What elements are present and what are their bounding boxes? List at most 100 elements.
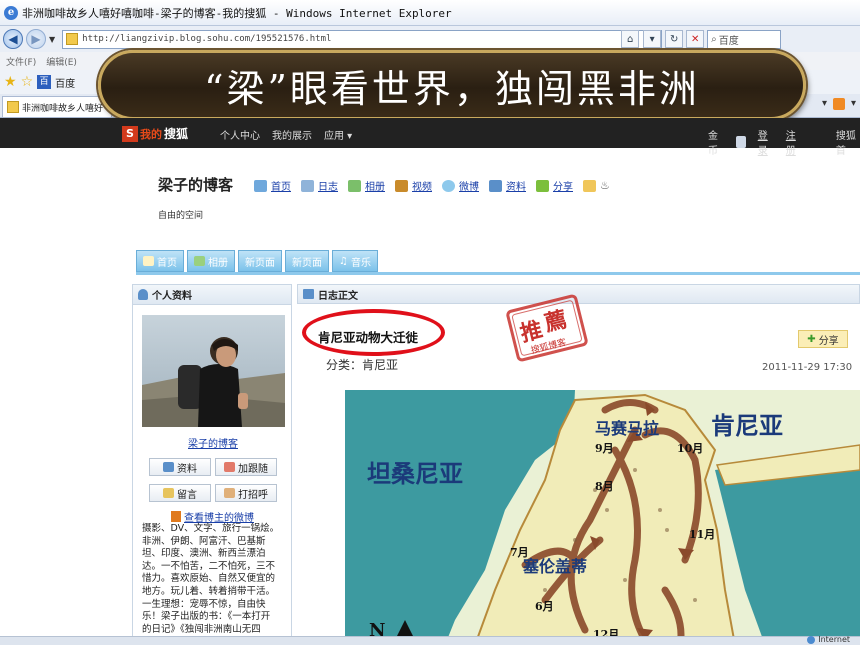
message-icon: [163, 488, 174, 498]
login-link[interactable]: 登录: [758, 127, 774, 157]
tab-new-page-2[interactable]: 新页面: [285, 250, 329, 272]
ie-logo-icon: e: [4, 5, 18, 20]
menu-file[interactable]: 文件(F): [6, 55, 36, 68]
bio-line: 惜力。喜欢原始、自然又便宜的: [142, 573, 276, 585]
rss-feed-icon[interactable]: [832, 98, 845, 110]
music-note-icon: ♫: [339, 255, 348, 267]
page-icon: [66, 33, 79, 45]
window-titlebar: e 非洲咖啡故乡人嘻好嘻咖啡-梁子的博客-我的搜狐 - Windows Inte…: [0, 0, 860, 26]
nav-apps[interactable]: 应用 ▾: [324, 127, 352, 142]
video-icon: [395, 179, 408, 192]
tab-music-label: 音乐: [350, 257, 371, 269]
tab-album-icon: [194, 256, 205, 266]
favorites-star-icon[interactable]: ★: [4, 74, 17, 90]
map-label-tanzania: 坦桑尼亚: [367, 459, 463, 488]
weibo-t-icon: [171, 511, 181, 522]
follow-button[interactable]: 加跟随: [215, 458, 277, 476]
profile-button-label: 资料: [177, 463, 197, 475]
migration-map-image: 马赛马拉 肯尼亚 坦桑尼亚 塞伦盖蒂 9月 10月 8月 11月 7月 6月 1…: [345, 390, 860, 645]
greet-button[interactable]: 打招呼: [215, 484, 277, 502]
blog-nav-profile[interactable]: 资料: [506, 178, 526, 193]
profile-button[interactable]: 资料: [149, 458, 211, 476]
profile-header-label: 个人资料: [152, 291, 192, 302]
slide-title: “梁”眼看世界，独闯黑非洲: [204, 66, 700, 111]
zone-label: Internet: [818, 635, 850, 644]
browser-tab-active[interactable]: 非洲咖啡故乡人嘻好: [2, 96, 112, 117]
blog-nav-share[interactable]: 分享: [553, 178, 573, 193]
blog-nav-video[interactable]: 视频: [412, 178, 432, 193]
sohu-logo-name: 搜狐: [164, 127, 189, 141]
tab-home-label: 首页: [157, 257, 177, 269]
message-button[interactable]: 留言: [149, 484, 211, 502]
tab-album-label: 相册: [208, 257, 228, 269]
globe-icon: [807, 635, 816, 644]
blog-nav-journal[interactable]: 日志: [318, 178, 338, 193]
nav-coins[interactable]: 金币: [708, 127, 724, 157]
refresh-icon[interactable]: ↻: [665, 30, 684, 48]
post-category[interactable]: 分类：肯尼亚: [326, 356, 398, 373]
skin-icon[interactable]: ♨: [600, 179, 610, 192]
tab-title: 非洲咖啡故乡人嘻好: [22, 103, 104, 114]
profile-icon: [489, 179, 502, 192]
rss-dropdown-icon[interactable]: ▾: [851, 98, 856, 110]
back-arrow-icon[interactable]: ◀: [3, 29, 23, 49]
blog-nav-album[interactable]: 相册: [365, 178, 385, 193]
blog-nav-home[interactable]: 首页: [271, 178, 291, 193]
compat-view-icon[interactable]: ⌂: [621, 30, 640, 48]
add-favorite-icon[interactable]: ☆: [21, 74, 34, 90]
map-month-8: 8月: [595, 480, 614, 493]
tab-underline: [136, 272, 860, 275]
address-input[interactable]: http://liangzivip.blog.sohu.com/19552157…: [62, 29, 663, 49]
sohu-home-link[interactable]: 搜狐首: [836, 127, 860, 157]
baidu-favicon-icon: 百: [37, 75, 52, 89]
stop-icon[interactable]: ✕: [686, 30, 705, 48]
sidebar-blog-link[interactable]: 梁子的博客: [133, 435, 293, 450]
bio-line: 地方。玩儿着、转着捎带干活。: [142, 585, 276, 597]
blog-nav-weibo[interactable]: 微博: [459, 178, 479, 193]
register-link[interactable]: 注册: [786, 127, 802, 157]
tab-home[interactable]: 首页: [136, 250, 184, 272]
blogger-photo[interactable]: [142, 315, 285, 427]
tab-new-page-2-label: 新页面: [292, 257, 322, 269]
search-input[interactable]: ⌕ 百度: [707, 29, 782, 49]
share-label: 分享: [818, 335, 839, 347]
greet-hand-icon: [224, 488, 235, 498]
favorite-baidu[interactable]: 百度: [55, 75, 75, 90]
address-dropdown-icon[interactable]: ▾: [643, 30, 662, 48]
post-datetime: 2011-11-29 17:30: [762, 362, 853, 373]
slide-title-banner: “梁”眼看世界，独闯黑非洲: [98, 50, 806, 120]
view-weibo-label: 查看博主的微博: [184, 513, 254, 524]
map-month-11: 11月: [689, 528, 715, 541]
map-label-masai-mara: 马赛马拉: [595, 419, 659, 438]
greet-button-label: 打招呼: [238, 489, 268, 501]
blog-tagline: 自由的空间: [158, 211, 204, 221]
view-weibo-link[interactable]: 查看博主的微博: [171, 509, 254, 524]
mail-icon[interactable]: [583, 179, 596, 192]
search-placeholder: 百度: [718, 35, 739, 47]
bio-line: 非洲、伊朗、阿富汗、巴基斯: [142, 535, 266, 547]
profile-sidebar: 个人资料 梁子的博客 资料 加跟随 留言 打招呼 查看博主的微博 摄影、DV、文…: [132, 284, 292, 645]
journal-icon: [301, 179, 314, 192]
blog-tab-strip: 首页 相册 新页面 新页面 ♫ 音乐: [136, 250, 378, 272]
share-button[interactable]: ✚ 分享: [798, 330, 848, 348]
blog-nav: 首页 日志 相册 视频 微博 资料 分享 ♨: [254, 178, 610, 193]
nav-personal-center[interactable]: 个人中心: [220, 127, 260, 142]
nav-my-showcase[interactable]: 我的展示: [272, 127, 312, 142]
forward-arrow-icon[interactable]: ▶: [26, 29, 46, 49]
menu-edit[interactable]: 编辑(E): [46, 55, 77, 68]
url-text[interactable]: http://liangzivip.blog.sohu.com/19552157…: [82, 34, 617, 44]
highlight-oval: [302, 309, 445, 356]
bio-line: 达。一不怕苦，二不怕死，三不: [142, 560, 276, 572]
tab-music[interactable]: ♫ 音乐: [332, 250, 378, 272]
tab-album[interactable]: 相册: [187, 250, 235, 272]
blog-name: 梁子的博客: [158, 176, 234, 194]
tab-new-page-1[interactable]: 新页面: [238, 250, 282, 272]
weibo-bubble-icon: [442, 179, 455, 192]
follow-icon: [224, 462, 235, 472]
shirt-icon: [736, 136, 746, 148]
home-dropdown-icon[interactable]: ▾: [822, 98, 827, 110]
bio-line: 坦、印度、澳洲、新西兰漂泊: [142, 548, 266, 560]
sohu-logo[interactable]: S 我的 搜狐: [122, 125, 188, 142]
history-dropdown-icon[interactable]: ▼: [49, 35, 55, 44]
follow-button-label: 加跟随: [238, 463, 268, 475]
